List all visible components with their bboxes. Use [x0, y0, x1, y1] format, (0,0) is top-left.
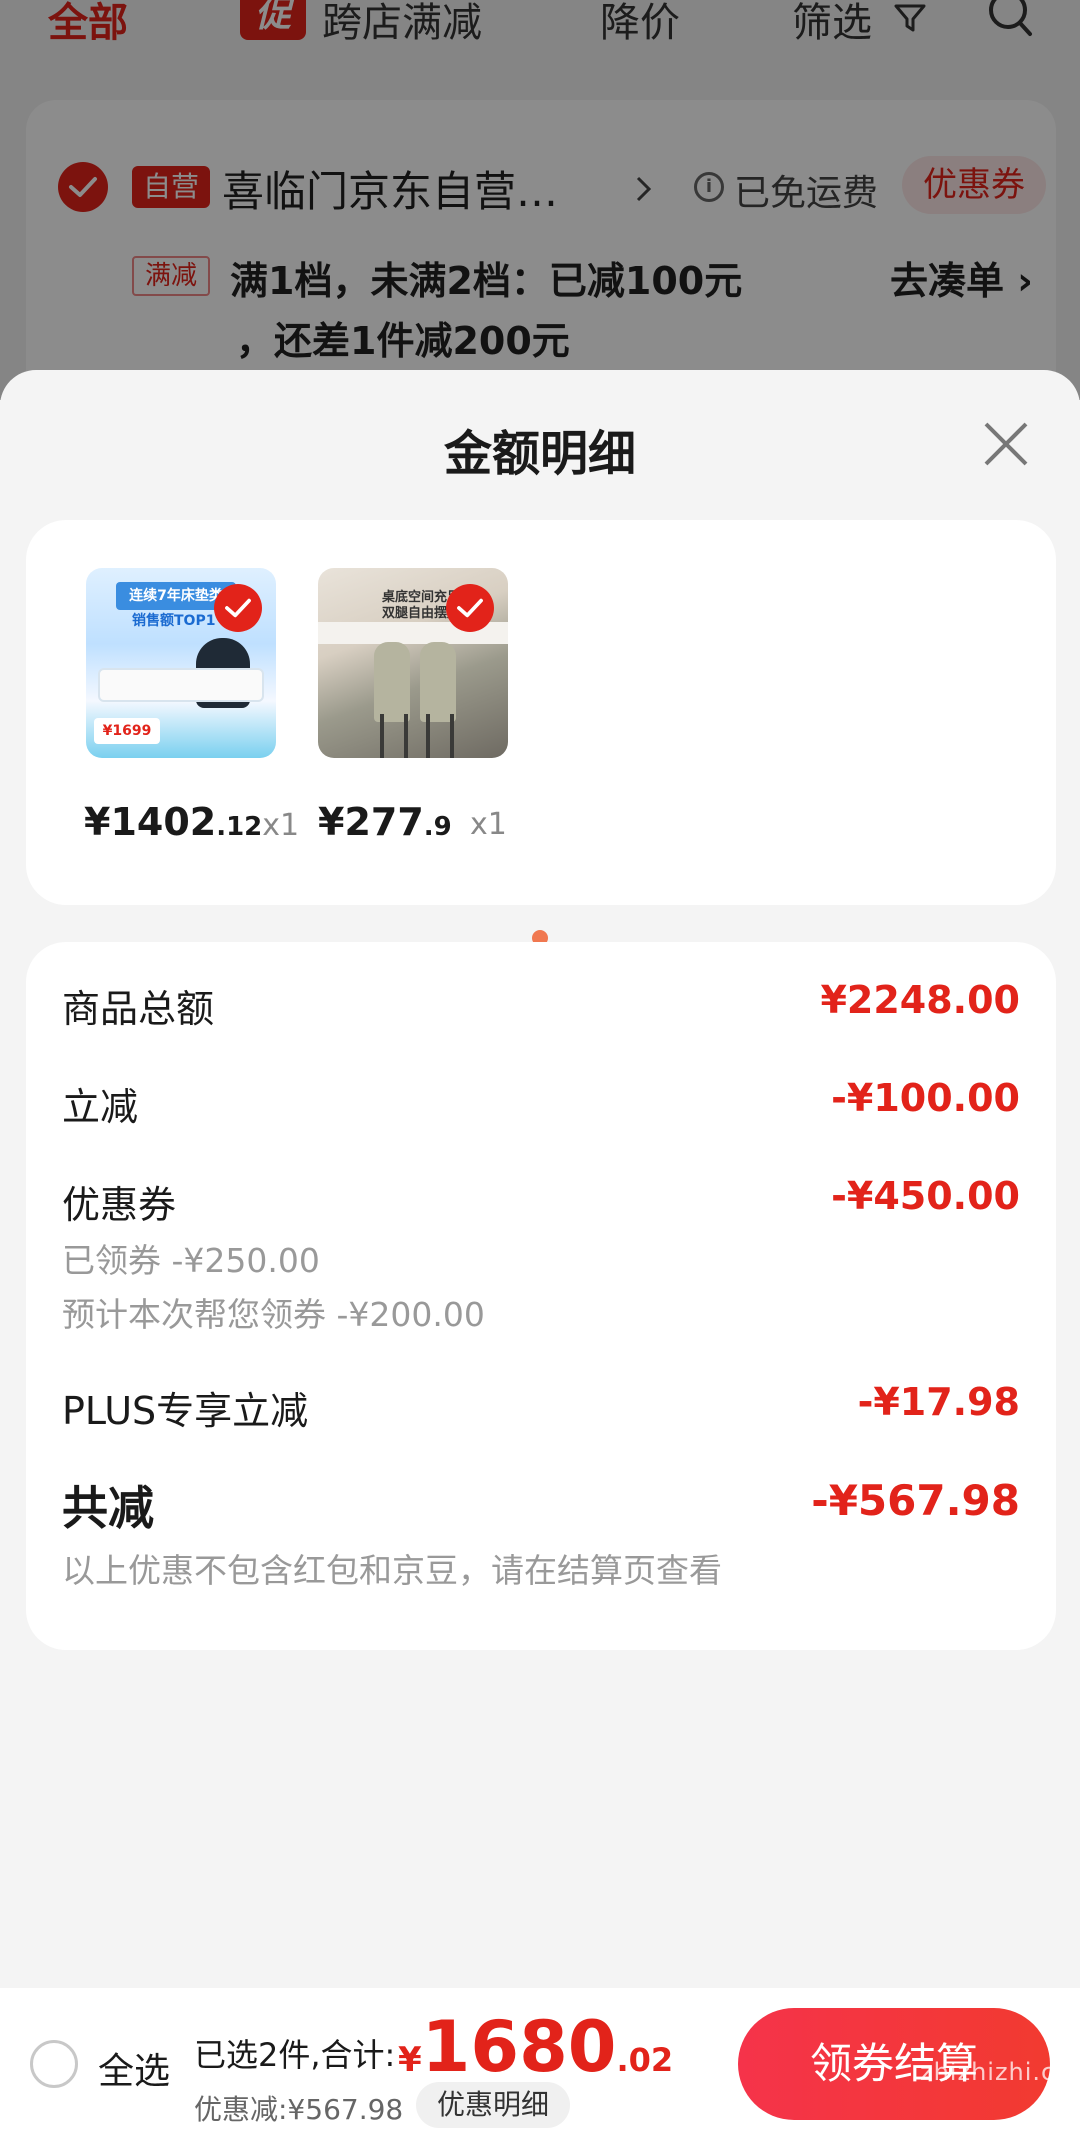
goods-total-label: 商品总额 [62, 987, 215, 1031]
plus-discount-label: PLUS专享立减 [62, 1389, 309, 1433]
price-integer: ¥277 [318, 800, 424, 844]
chair-leg [450, 714, 454, 758]
product-selected-check[interactable] [446, 584, 494, 632]
checkout-bar: 全选 已选2件,合计: ¥1680.02 优惠减:¥567.98 优惠明细 领券… [0, 1988, 1080, 2139]
discount-note: 以上优惠不包含红包和京豆，请在结算页查看 [62, 1551, 722, 1590]
product-image-mattress[interactable]: 连续7年床垫类 销售额TOP1 ¥1699 [86, 568, 276, 758]
instant-discount-label: 立减 [62, 1085, 139, 1129]
instant-discount-value: -¥100.00 [831, 1076, 1020, 1120]
coupon-value: -¥450.00 [831, 1174, 1020, 1218]
total-price: ¥1680.02 [398, 2006, 673, 2088]
total-discount-label: 共减 [62, 1481, 154, 1535]
total-integer: 1680 [421, 2006, 617, 2088]
chair-leg [426, 714, 430, 758]
product-selected-check[interactable] [214, 584, 262, 632]
coupon-label: 优惠券 [62, 1183, 177, 1227]
product-quantity: x1 [262, 808, 300, 843]
modal-overlay[interactable] [0, 0, 1080, 400]
discount-summary: 优惠减:¥567.98 [194, 2093, 404, 2126]
plus-discount-value: -¥17.98 [857, 1380, 1020, 1424]
price-decimal: .9 [423, 812, 452, 842]
chair-shape [420, 642, 456, 722]
total-currency: ¥ [398, 2040, 422, 2080]
price-decimal: .12 [216, 812, 263, 842]
coupon-estimated-text: 预计本次帮您领券 -¥200.00 [62, 1295, 485, 1334]
product-price: ¥1402.12x1 [84, 800, 299, 844]
goods-total-value: ¥2248.00 [820, 978, 1020, 1022]
total-discount-value: -¥567.98 [811, 1476, 1020, 1525]
mattress-shape [98, 668, 264, 702]
chair-leg [404, 714, 408, 758]
selected-products-card: 连续7年床垫类 销售额TOP1 ¥1699 桌底空间充足 双腿自由摆放 ¥1402… [26, 520, 1056, 905]
select-all-label[interactable]: 全选 [98, 2042, 170, 2094]
product-image-price: ¥1699 [94, 718, 160, 744]
chair-leg [380, 714, 384, 758]
amount-breakdown-card: 商品总额 ¥2248.00 立减 -¥100.00 优惠券 -¥450.00 已… [26, 942, 1056, 1650]
watermark: zhizhizhi.com [920, 2058, 1080, 2086]
close-icon[interactable] [980, 418, 1032, 470]
product-image-chairs[interactable]: 桌底空间充足 双腿自由摆放 [318, 568, 508, 758]
price-integer: ¥1402 [84, 800, 217, 844]
check-icon [225, 598, 251, 618]
discount-detail-button[interactable]: 优惠明细 [416, 2082, 570, 2128]
product-price: ¥277.9 [318, 800, 452, 844]
coupon-claimed-text: 已领券 -¥250.00 [62, 1241, 320, 1280]
product-quantity: x1 [470, 807, 507, 842]
selected-count-text: 已选2件,合计: [194, 2036, 396, 2074]
select-all-radio[interactable] [30, 2040, 78, 2088]
sheet-title: 金额明细 [443, 426, 636, 482]
chair-shape [374, 642, 410, 722]
amount-detail-sheet: 金额明细 连续7年床垫类 销售额TOP1 ¥1699 桌底空间充足双腿自由摆放 [0, 370, 1080, 2139]
total-decimal: .02 [616, 2041, 674, 2079]
check-icon [457, 598, 483, 618]
